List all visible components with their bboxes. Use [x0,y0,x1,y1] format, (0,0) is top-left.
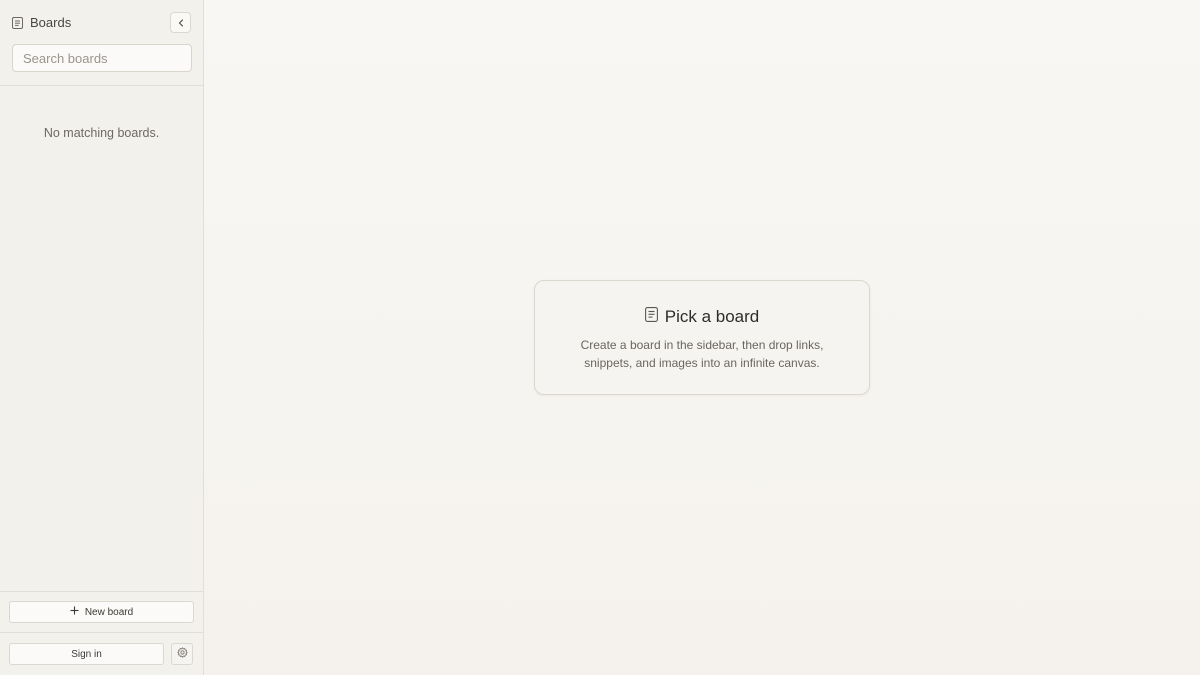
board-icon [12,16,23,29]
search-wrap [0,44,203,72]
search-input[interactable] [12,44,192,72]
plus-icon [70,606,79,618]
settings-button[interactable] [171,643,193,665]
sidebar-title: Boards [30,14,72,30]
card-title-row: Pick a board [535,307,869,327]
main-canvas-area: Pick a board Create a board in the sideb… [204,0,1200,675]
card-title: Pick a board [664,307,760,326]
sidebar-header: Boards [0,0,203,44]
new-board-area: New board [0,591,203,632]
sidebar-footer: New board Sign in [0,591,203,675]
sidebar-title-group: Boards [12,15,71,30]
card-description: Create a board in the sidebar, then drop… [580,338,824,370]
gear-icon [176,645,188,663]
new-board-label: New board [84,606,134,618]
new-board-button[interactable]: New board [9,601,194,623]
sign-in-button[interactable]: Sign in [9,643,164,665]
empty-boards-message: No matching boards. [43,126,160,140]
collapse-sidebar-button[interactable] [170,12,191,33]
chevron-left-icon [177,14,185,32]
sidebar-divider [0,85,203,86]
account-area: Sign in [0,632,203,675]
sidebar: Boards No matching boards. New [0,0,204,675]
board-icon [644,307,658,327]
empty-state-card: Pick a board Create a board in the sideb… [534,280,870,395]
